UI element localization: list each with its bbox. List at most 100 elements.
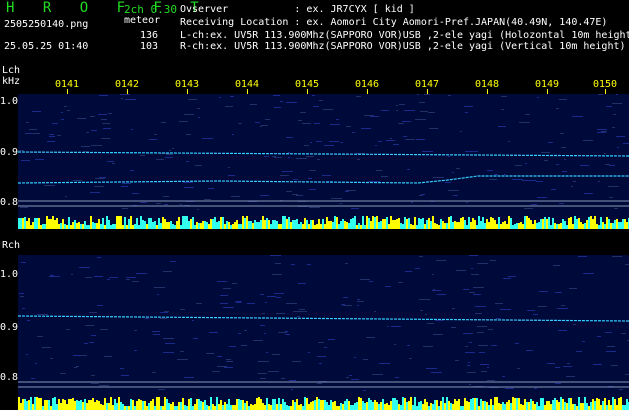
activity-bar <box>142 220 144 229</box>
activity-bar <box>462 217 464 229</box>
noise-streak <box>343 305 352 306</box>
noise-streak <box>346 190 356 191</box>
activity-bar <box>146 406 148 410</box>
activity-bar <box>302 224 304 229</box>
noise-streak <box>296 195 303 196</box>
noise-streak <box>547 363 555 364</box>
noise-streak <box>456 270 466 271</box>
noise-streak <box>517 368 520 369</box>
noise-streak <box>170 261 176 262</box>
activity-bar <box>448 217 450 229</box>
activity-bar <box>272 399 274 410</box>
activity-bar <box>74 220 76 229</box>
activity-bar <box>126 406 128 410</box>
activity-bar <box>326 402 328 410</box>
noise-streak <box>346 377 349 378</box>
activity-bar <box>384 404 386 410</box>
activity-bar <box>430 221 432 229</box>
noise-streak <box>31 378 35 379</box>
activity-bar <box>544 217 546 229</box>
noise-streak <box>416 139 425 140</box>
activity-bar <box>274 220 276 229</box>
activity-bar <box>340 221 342 229</box>
noise-streak <box>156 159 164 160</box>
activity-bar <box>166 222 168 229</box>
noise-streak <box>120 368 124 369</box>
activity-bar <box>160 406 162 410</box>
noise-streak <box>323 109 333 110</box>
activity-bar <box>242 216 244 229</box>
noise-streak <box>381 110 389 111</box>
activity-bar <box>336 217 338 229</box>
activity-bar <box>254 220 256 229</box>
noise-streak <box>583 273 594 274</box>
activity-bar <box>384 219 386 229</box>
noise-streak <box>255 122 260 123</box>
activity-bar <box>428 406 430 410</box>
activity-bar <box>70 225 72 229</box>
activity-bar <box>386 217 388 229</box>
activity-bar <box>332 402 334 410</box>
noise-streak <box>20 296 24 297</box>
activity-bar <box>458 222 460 229</box>
activity-bar <box>158 397 160 410</box>
noise-streak <box>286 303 297 304</box>
noise-streak <box>396 105 398 106</box>
activity-bar <box>330 221 332 229</box>
activity-bar <box>30 397 32 410</box>
activity-bar <box>478 406 480 410</box>
noise-streak <box>208 188 214 189</box>
activity-bar <box>526 402 528 410</box>
activity-bar <box>322 219 324 229</box>
noise-streak <box>465 346 468 347</box>
activity-bar <box>300 222 302 229</box>
noise-streak <box>597 129 607 130</box>
noise-streak <box>219 97 221 98</box>
noise-streak <box>266 352 268 353</box>
noise-streak <box>192 320 194 321</box>
activity-bar <box>496 397 498 410</box>
activity-bar <box>432 404 434 410</box>
activity-bar <box>232 405 234 410</box>
activity-bar <box>112 405 114 410</box>
noise-streak <box>247 303 255 304</box>
activity-bar <box>378 404 380 410</box>
noise-streak <box>285 334 290 335</box>
activity-bar <box>56 404 58 410</box>
noise-streak <box>420 310 423 311</box>
activity-bar <box>208 224 210 229</box>
activity-bar <box>502 222 504 229</box>
activity-bar <box>498 403 500 410</box>
activity-bar <box>416 406 418 410</box>
activity-bar <box>256 398 258 410</box>
activity-bar <box>440 401 442 410</box>
activity-bar <box>542 398 544 410</box>
activity-bar <box>228 222 230 229</box>
noise-streak <box>288 157 290 158</box>
activity-bar <box>616 405 618 410</box>
lch-spectrogram-canvas <box>18 94 629 229</box>
noise-streak <box>503 278 511 279</box>
activity-bar <box>382 399 384 410</box>
activity-bar <box>192 406 194 410</box>
noise-streak <box>604 153 606 154</box>
activity-bar <box>546 219 548 229</box>
noise-streak <box>29 133 32 134</box>
noise-streak <box>471 268 473 269</box>
noise-streak <box>166 154 173 155</box>
activity-bar <box>566 403 568 410</box>
noise-streak <box>479 352 485 353</box>
activity-bar <box>512 225 514 229</box>
activity-bar <box>606 217 608 229</box>
app-title: H R O F F T <box>6 0 209 16</box>
activity-bar <box>518 223 520 229</box>
activity-bar <box>40 398 42 410</box>
noise-streak <box>559 203 564 204</box>
noise-streak <box>91 335 96 336</box>
activity-bar <box>576 219 578 229</box>
datetime-label: 25.05.25 01:40 <box>4 41 89 52</box>
noise-streak <box>573 324 576 325</box>
noise-streak <box>132 193 139 194</box>
activity-bar <box>554 223 556 229</box>
noise-streak <box>232 283 237 284</box>
